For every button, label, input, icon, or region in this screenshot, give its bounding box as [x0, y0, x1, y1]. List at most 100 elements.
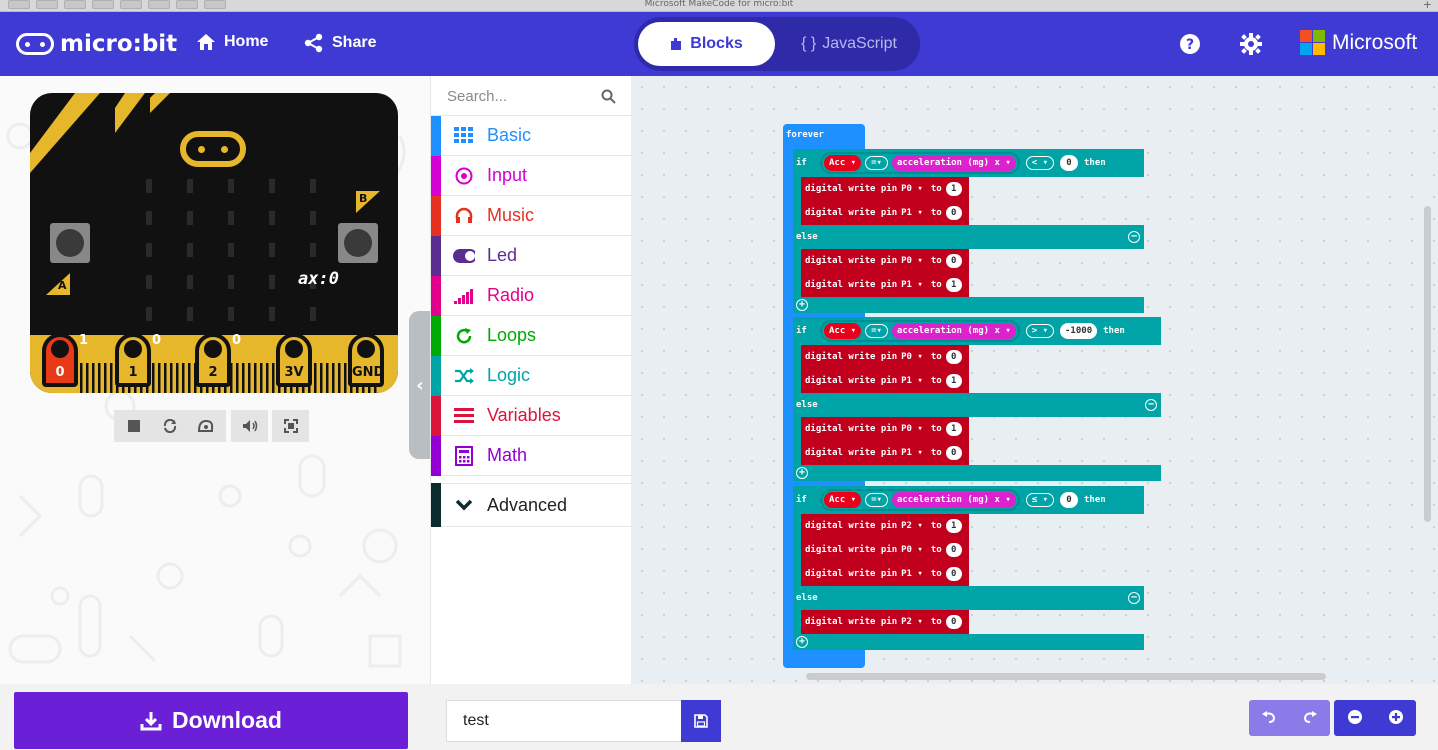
- share-button[interactable]: Share: [304, 33, 376, 53]
- pin-value-input[interactable]: 0: [945, 543, 962, 557]
- if-block[interactable]: if Acc ▾ = ▾ acceleration (mg) x ▾ ≤ ▾ 0 …: [793, 486, 1144, 514]
- pin-dropdown[interactable]: P0 ▾: [901, 352, 923, 362]
- pin-dropdown[interactable]: P1 ▾: [901, 376, 923, 386]
- compare-dropdown[interactable]: ≤ ▾: [1025, 493, 1055, 507]
- category-logic[interactable]: Logic: [431, 355, 631, 396]
- pin-value-input[interactable]: 0: [945, 567, 962, 581]
- remove-else-icon[interactable]: −: [1145, 399, 1157, 411]
- digital-write-block[interactable]: digital write pin P1 ▾ to 0: [801, 201, 969, 225]
- pin-value-input[interactable]: 0: [945, 615, 962, 629]
- microbit-logo[interactable]: micro:bit: [16, 31, 177, 57]
- category-led[interactable]: Led: [431, 235, 631, 276]
- pin-value-input[interactable]: 1: [945, 422, 962, 436]
- else-block[interactable]: else −: [793, 586, 1144, 610]
- digital-write-block[interactable]: digital write pin P0 ▾ to 1: [801, 417, 969, 441]
- horizontal-scrollbar[interactable]: [806, 673, 1326, 680]
- pin-value-input[interactable]: 0: [945, 254, 962, 268]
- stop-icon[interactable]: [116, 420, 152, 432]
- microsoft-logo[interactable]: Microsoft: [1300, 30, 1417, 55]
- compare-value[interactable]: -1000: [1060, 323, 1098, 339]
- compare-dropdown[interactable]: > ▾: [1025, 324, 1055, 338]
- microbit-board[interactable]: A B ax:0 0 1 1 0 2 0 3V GND: [30, 93, 398, 393]
- variable-dropdown[interactable]: Acc ▾: [824, 492, 862, 508]
- pin-2[interactable]: 2: [195, 333, 231, 387]
- compare-dropdown[interactable]: < ▾: [1025, 156, 1055, 170]
- tab-javascript[interactable]: { } JavaScript: [784, 22, 914, 66]
- category-loops[interactable]: Loops: [431, 315, 631, 356]
- if-block[interactable]: if Acc ▾ = ▾ acceleration (mg) x ▾ < ▾ 0 …: [793, 149, 1144, 177]
- pin-value-input[interactable]: 1: [945, 519, 962, 533]
- acceleration-block[interactable]: acceleration (mg) x ▾: [891, 155, 1016, 171]
- add-else-icon[interactable]: +: [796, 467, 808, 479]
- category-advanced[interactable]: Advanced: [431, 483, 631, 527]
- equals-dropdown[interactable]: = ▾: [865, 156, 888, 170]
- mute-button[interactable]: [231, 410, 268, 442]
- pin-3v[interactable]: 3V: [276, 333, 312, 387]
- compare-value[interactable]: 0: [1060, 492, 1079, 508]
- pin-1[interactable]: 1: [115, 333, 151, 387]
- category-basic[interactable]: Basic: [431, 115, 631, 156]
- digital-write-block[interactable]: digital write pin P1 ▾ to 1: [801, 369, 969, 393]
- pin-dropdown[interactable]: P0 ▾: [901, 424, 923, 434]
- digital-write-block[interactable]: digital write pin P0 ▾ to 0: [801, 345, 969, 369]
- vertical-scrollbar[interactable]: [1424, 206, 1431, 522]
- help-button[interactable]: ?: [1178, 32, 1202, 56]
- pin-dropdown[interactable]: P1 ▾: [901, 208, 923, 218]
- digital-write-block[interactable]: digital write pin P0 ▾ to 0: [801, 249, 969, 273]
- pin-dropdown[interactable]: P0 ▾: [901, 545, 923, 555]
- settings-button[interactable]: [1239, 32, 1263, 56]
- category-math[interactable]: Math: [431, 435, 631, 476]
- slow-mo-icon[interactable]: [188, 419, 224, 433]
- equals-dropdown[interactable]: = ▾: [865, 324, 888, 338]
- digital-write-block[interactable]: digital write pin P2 ▾ to 1: [801, 514, 969, 538]
- pin-0[interactable]: 0: [42, 333, 78, 387]
- pin-dropdown[interactable]: P0 ▾: [901, 256, 923, 266]
- else-block[interactable]: else −: [793, 225, 1144, 249]
- pin-dropdown[interactable]: P1 ▾: [901, 280, 923, 290]
- category-music[interactable]: Music: [431, 195, 631, 236]
- add-else-icon[interactable]: +: [796, 636, 808, 648]
- fullscreen-button[interactable]: [272, 410, 309, 442]
- acceleration-block[interactable]: acceleration (mg) x ▾: [891, 492, 1016, 508]
- button-b[interactable]: [338, 223, 378, 263]
- undo-icon[interactable]: [1261, 709, 1277, 728]
- home-button[interactable]: Home: [196, 33, 268, 51]
- search-input[interactable]: Search...: [431, 76, 631, 116]
- pin-value-input[interactable]: 1: [945, 374, 962, 388]
- category-radio[interactable]: Radio: [431, 275, 631, 316]
- variable-dropdown[interactable]: Acc ▾: [824, 155, 862, 171]
- pin-value-input[interactable]: 0: [945, 350, 962, 364]
- pin-value-input[interactable]: 0: [945, 446, 962, 460]
- pin-dropdown[interactable]: P0 ▾: [901, 184, 923, 194]
- else-block[interactable]: else −: [793, 393, 1161, 417]
- pin-dropdown[interactable]: P2 ▾: [901, 521, 923, 531]
- zoom-in-icon[interactable]: [1388, 709, 1403, 728]
- button-a[interactable]: [50, 223, 90, 263]
- digital-write-block[interactable]: digital write pin P1 ▾ to 1: [801, 273, 969, 297]
- collapse-simulator-button[interactable]: ‹: [409, 311, 431, 459]
- category-variables[interactable]: Variables: [431, 395, 631, 436]
- pin-value-input[interactable]: 1: [945, 182, 962, 196]
- digital-write-block[interactable]: digital write pin P1 ▾ to 0: [801, 441, 969, 465]
- tab-blocks[interactable]: Blocks: [638, 22, 775, 66]
- zoom-out-icon[interactable]: [1347, 709, 1362, 728]
- equals-dropdown[interactable]: = ▾: [865, 493, 888, 507]
- acceleration-block[interactable]: acceleration (mg) x ▾: [891, 323, 1016, 339]
- redo-icon[interactable]: [1302, 709, 1318, 728]
- if-block[interactable]: if Acc ▾ = ▾ acceleration (mg) x ▾ > ▾ -1…: [793, 317, 1161, 345]
- variable-dropdown[interactable]: Acc ▾: [824, 323, 862, 339]
- remove-else-icon[interactable]: −: [1128, 592, 1140, 604]
- project-name-input[interactable]: test: [446, 700, 682, 742]
- digital-write-block[interactable]: digital write pin P0 ▾ to 0: [801, 538, 969, 562]
- digital-write-block[interactable]: digital write pin P2 ▾ to 0: [801, 610, 969, 634]
- add-else-icon[interactable]: +: [796, 299, 808, 311]
- digital-write-block[interactable]: digital write pin P0 ▾ to 1: [801, 177, 969, 201]
- new-tab-icon[interactable]: +: [1423, 0, 1432, 11]
- save-button[interactable]: [681, 700, 721, 742]
- restart-icon[interactable]: [152, 419, 188, 433]
- download-button[interactable]: Download: [14, 692, 408, 749]
- pin-dropdown[interactable]: P1 ▾: [901, 448, 923, 458]
- pin-gnd[interactable]: GND: [348, 333, 384, 387]
- pin-dropdown[interactable]: P1 ▾: [901, 569, 923, 579]
- pin-dropdown[interactable]: P2 ▾: [901, 617, 923, 627]
